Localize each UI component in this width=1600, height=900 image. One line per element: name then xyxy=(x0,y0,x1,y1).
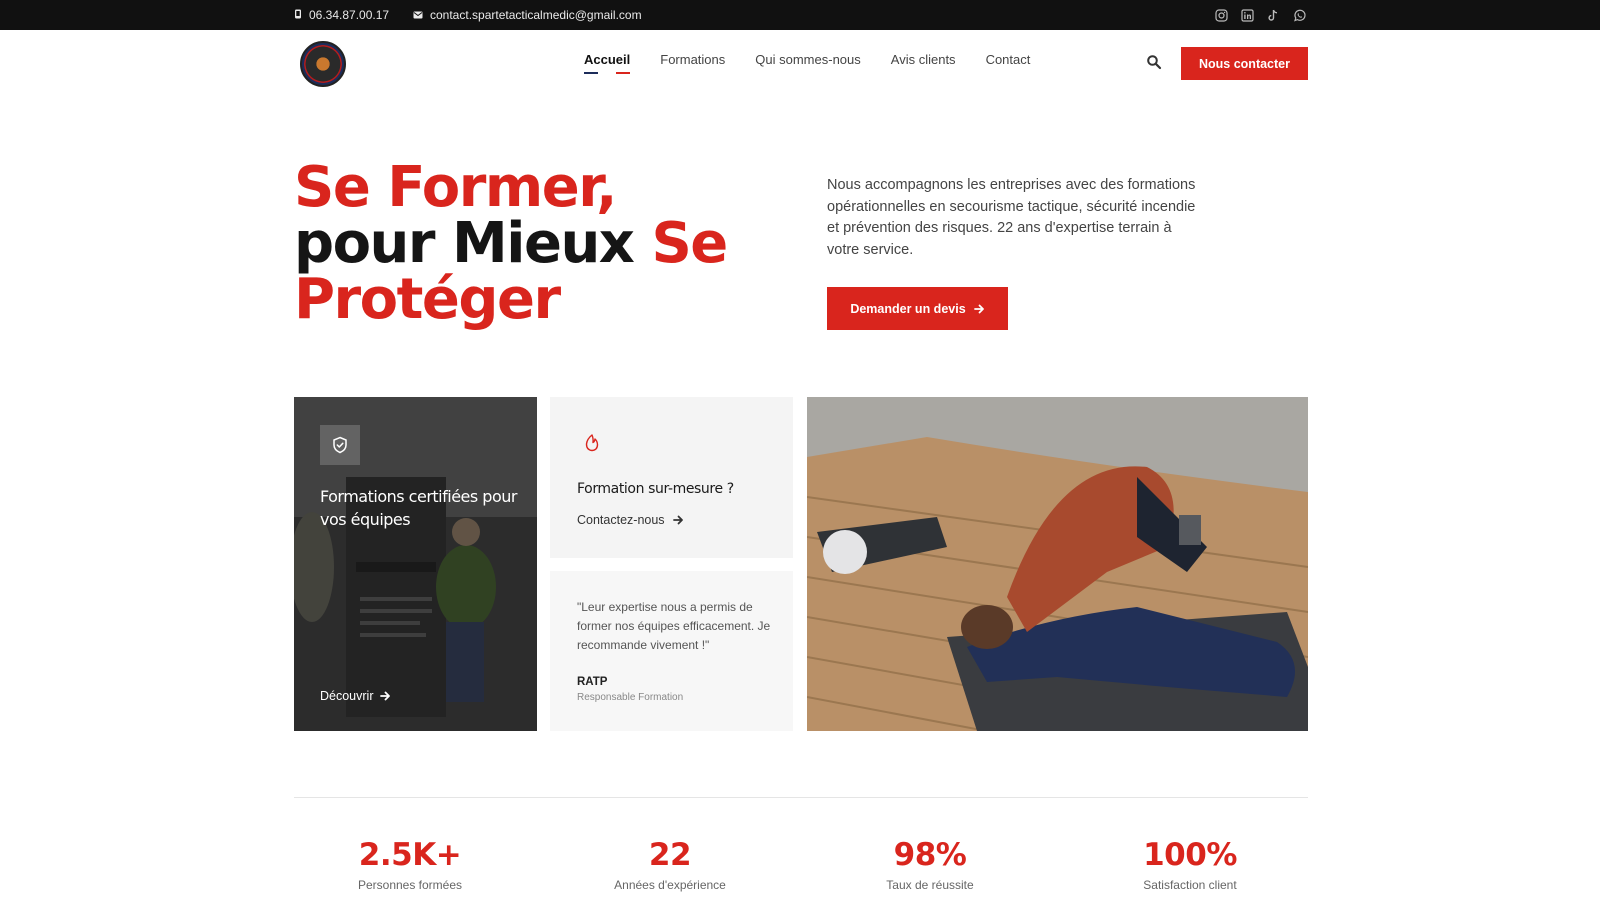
top-bar: 06.34.87.00.17 contact.spartetacticalmed… xyxy=(0,0,1600,30)
arrow-right-icon xyxy=(379,691,390,701)
nav-item-label: Qui sommes-nous xyxy=(755,52,861,67)
nav-item-contact[interactable]: Contact xyxy=(986,52,1031,73)
site-logo[interactable] xyxy=(300,41,346,87)
custom-training-card[interactable]: Formation sur-mesure ? Contactez-nous xyxy=(550,397,793,558)
shield-check-icon xyxy=(333,436,347,454)
nav-item-qui-sommes-nous[interactable]: Qui sommes-nous xyxy=(755,52,860,73)
phone-icon xyxy=(294,8,302,22)
stat-value: 100% xyxy=(1143,837,1237,873)
stat-experience: 22 Années d'expérience xyxy=(560,836,780,892)
nav-item-formations[interactable]: Formations xyxy=(660,52,725,73)
social-links xyxy=(1214,0,1306,30)
contact-us-label: Contactez-nous xyxy=(577,513,665,527)
instagram-icon[interactable] xyxy=(1214,8,1228,22)
topbar-email-text: contact.spartetacticalmedic@gmail.com xyxy=(430,8,642,22)
topbar-email[interactable]: contact.spartetacticalmedic@gmail.com xyxy=(413,0,642,30)
cpr-training-photo xyxy=(807,397,1308,731)
stat-label: Personnes formées xyxy=(357,878,463,892)
hero-title: Se Former, pour Mieux Se Protéger xyxy=(294,160,774,328)
linkedin-icon[interactable] xyxy=(1240,8,1254,22)
topbar-phone[interactable]: 06.34.87.00.17 xyxy=(294,0,389,30)
active-indicator xyxy=(584,72,631,75)
nav-item-label: Formations xyxy=(660,52,726,67)
whatsapp-icon[interactable] xyxy=(1292,8,1306,22)
request-quote-button[interactable]: Demander un devis xyxy=(827,287,1008,330)
hero-description: Nous accompagnons les entreprises avec d… xyxy=(827,177,1196,259)
search-icon xyxy=(1147,55,1162,70)
arrow-right-icon xyxy=(672,515,683,525)
stat-label: Années d'expérience xyxy=(614,878,726,892)
discover-label: Découvrir xyxy=(320,689,374,703)
mail-icon xyxy=(413,8,423,22)
stat-satisfaction: 100% Satisfaction client xyxy=(1080,836,1300,892)
fire-icon xyxy=(585,434,599,452)
stat-label: Satisfaction client xyxy=(1143,878,1237,892)
nav-item-avis-clients[interactable]: Avis clients xyxy=(891,52,956,73)
testimonial-card: "Leur expertise nous a permis de former … xyxy=(550,571,793,731)
contact-us-button[interactable]: Nous contacter xyxy=(1181,47,1308,80)
nav-item-label: Avis clients xyxy=(890,52,956,67)
testimonial-text: "Leur expertise nous a permis de former … xyxy=(577,600,771,652)
contact-us-link[interactable]: Contactez-nous xyxy=(577,513,684,527)
discover-link[interactable]: Découvrir xyxy=(320,689,391,703)
nav-item-accueil[interactable]: Accueil xyxy=(584,52,631,75)
tiktok-icon[interactable] xyxy=(1266,8,1280,22)
stat-success-rate: 98% Taux de réussite xyxy=(820,836,1040,892)
main-nav: Accueil Formations Qui sommes-nous Avis … xyxy=(584,52,1031,75)
testimonial-author: RATP xyxy=(577,676,608,688)
stat-value: 22 xyxy=(648,837,692,873)
search-button[interactable] xyxy=(1146,54,1164,72)
stat-trained: 2.5K+ Personnes formées xyxy=(300,836,520,892)
stat-value: 2.5K+ xyxy=(358,837,462,873)
topbar-phone-text: 06.34.87.00.17 xyxy=(309,8,390,22)
stat-label: Taux de réussite xyxy=(886,878,974,892)
stat-value: 98% xyxy=(893,837,967,873)
request-quote-label: Demander un devis xyxy=(850,301,966,316)
card-title: Formation sur-mesure ? xyxy=(577,481,734,497)
testimonial-role: Responsable Formation xyxy=(577,692,684,703)
nav-item-label: Contact xyxy=(985,52,1031,67)
card-title: Formations certifiées pour vos équipes xyxy=(320,487,517,529)
certified-trainings-card[interactable]: Formations certifiées pour vos équipes D… xyxy=(294,397,537,731)
arrow-right-icon xyxy=(973,304,984,313)
section-divider xyxy=(294,797,1308,798)
shield-badge xyxy=(320,425,360,465)
nav-item-label: Accueil xyxy=(584,52,631,67)
